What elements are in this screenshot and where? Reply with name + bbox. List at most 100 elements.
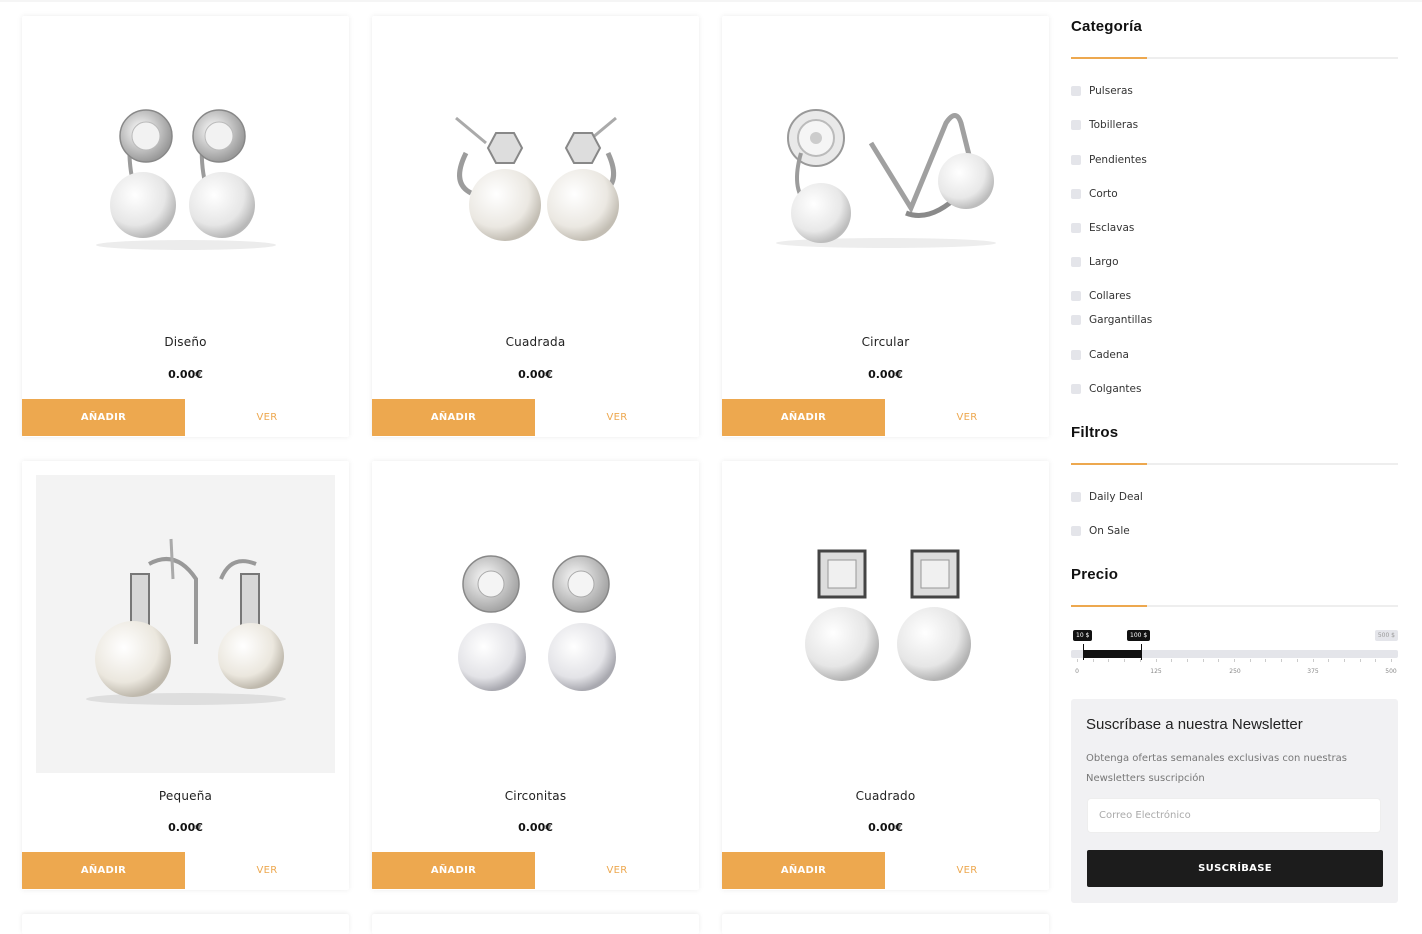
product-card: Diseño 0.00€ AÑADIR VER xyxy=(22,16,349,437)
slider-tick xyxy=(1139,659,1141,662)
filter-option-label: Daily Deal xyxy=(1089,491,1143,503)
filters-heading: Filtros xyxy=(1071,424,1119,441)
category-option-label: Cadena xyxy=(1089,349,1129,361)
checkbox[interactable] xyxy=(1071,257,1081,267)
checkbox[interactable] xyxy=(1071,223,1081,233)
price-divider xyxy=(1071,605,1398,607)
view-product-button[interactable]: VER xyxy=(535,399,699,436)
checkbox[interactable] xyxy=(1071,189,1081,199)
filter-option-daily-deal[interactable]: Daily Deal xyxy=(1071,490,1143,504)
view-product-button[interactable]: VER xyxy=(185,399,349,436)
slider-tick xyxy=(1186,659,1188,662)
category-option-label: Esclavas xyxy=(1089,222,1135,234)
checkbox[interactable] xyxy=(1071,291,1081,301)
slider-tick-label: 250 xyxy=(1229,668,1241,675)
category-option-cadena[interactable]: Cadena xyxy=(1071,348,1129,362)
slider-tick xyxy=(1391,659,1392,662)
add-to-cart-button[interactable]: AÑADIR xyxy=(22,852,185,889)
slider-tick xyxy=(1108,659,1110,662)
view-product-button[interactable]: VER xyxy=(885,852,1049,889)
category-option-colgantes[interactable]: Colgantes xyxy=(1071,382,1141,396)
newsletter-subscribe-button[interactable]: SUSCRÍBASE xyxy=(1087,850,1383,887)
product-name[interactable]: Diseño xyxy=(22,335,349,349)
view-product-button[interactable]: VER xyxy=(885,399,1049,436)
slider-tick xyxy=(1218,659,1220,662)
add-to-cart-button[interactable]: AÑADIR xyxy=(22,399,185,436)
product-image[interactable] xyxy=(386,30,685,325)
slider-tick-label: 125 xyxy=(1150,668,1162,675)
category-option-collares[interactable]: Collares xyxy=(1071,289,1131,303)
slider-tick xyxy=(1296,659,1298,662)
category-option-label: Gargantillas xyxy=(1089,314,1153,326)
category-option-label: Collares xyxy=(1089,290,1132,302)
slider-max-handle[interactable] xyxy=(1141,644,1142,660)
add-to-cart-button[interactable]: AÑADIR xyxy=(372,852,535,889)
add-to-cart-button[interactable]: AÑADIR xyxy=(722,852,885,889)
product-card: Cuadrado 0.00€ AÑADIR VER xyxy=(722,461,1049,890)
newsletter-description: Obtenga ofertas semanales exclusivas con… xyxy=(1086,753,1347,784)
pearl-earrings-bar-icon xyxy=(85,538,286,705)
category-option-largo[interactable]: Largo xyxy=(1071,255,1119,269)
checkbox[interactable] xyxy=(1071,155,1081,165)
checkbox[interactable] xyxy=(1071,315,1081,325)
slider-tick xyxy=(1265,659,1267,662)
category-option-corto[interactable]: Corto xyxy=(1071,187,1118,201)
product-price: 0.00€ xyxy=(168,368,203,381)
slider-tick xyxy=(1375,659,1377,662)
pearl-earrings-disc-icon xyxy=(95,108,276,250)
category-option-label: Corto xyxy=(1089,188,1118,200)
pearl-earrings-halo-round-icon xyxy=(457,555,616,691)
product-price: 0.00€ xyxy=(168,821,203,834)
category-option-gargantillas[interactable]: Gargantillas xyxy=(1071,313,1152,327)
checkbox[interactable] xyxy=(1071,86,1081,96)
product-name[interactable]: Circular xyxy=(722,335,1049,349)
view-product-button[interactable]: VER xyxy=(535,852,699,889)
product-card-partial xyxy=(22,914,349,934)
checkbox[interactable] xyxy=(1071,384,1081,394)
category-option-esclavas[interactable]: Esclavas xyxy=(1071,221,1134,235)
product-image[interactable] xyxy=(736,475,1035,773)
slider-tick xyxy=(1077,659,1078,662)
slider-tick-label: 0 xyxy=(1075,668,1079,675)
slider-tick xyxy=(1155,659,1157,662)
category-option-tobilleras[interactable]: Tobilleras xyxy=(1071,118,1138,132)
newsletter-box: Suscríbase a nuestra Newsletter Obtenga … xyxy=(1071,699,1398,903)
product-name[interactable]: Cuadrada xyxy=(372,335,699,349)
product-card: Cuadrada 0.00€ AÑADIR VER xyxy=(372,16,699,437)
pearl-earrings-square-icon xyxy=(804,549,971,681)
product-image[interactable] xyxy=(36,475,335,773)
category-option-pendientes[interactable]: Pendientes xyxy=(1071,153,1147,167)
checkbox[interactable] xyxy=(1071,526,1081,536)
newsletter-email-input[interactable] xyxy=(1087,798,1381,833)
product-card-partial xyxy=(372,914,699,934)
product-image[interactable] xyxy=(386,475,685,773)
add-to-cart-button[interactable]: AÑADIR xyxy=(372,399,535,436)
product-name[interactable]: Pequeña xyxy=(22,789,349,803)
product-card-partial xyxy=(722,914,1049,934)
add-to-cart-button[interactable]: AÑADIR xyxy=(722,399,885,436)
slider-min-handle[interactable] xyxy=(1083,644,1084,660)
slider-tick-label: 375 xyxy=(1307,668,1319,675)
price-heading: Precio xyxy=(1071,566,1119,583)
product-name[interactable]: Circonitas xyxy=(372,789,699,803)
slider-tick xyxy=(1092,659,1094,662)
checkbox[interactable] xyxy=(1071,350,1081,360)
slider-tick-label: 500 xyxy=(1385,668,1397,675)
category-divider xyxy=(1071,57,1398,59)
checkbox[interactable] xyxy=(1071,492,1081,502)
newsletter-title: Suscríbase a nuestra Newsletter xyxy=(1086,716,1303,733)
slider-tick xyxy=(1249,659,1251,662)
category-option-label: Pendientes xyxy=(1089,154,1147,166)
product-name[interactable]: Cuadrado xyxy=(722,789,1049,803)
slider-tick xyxy=(1343,659,1345,662)
product-image[interactable] xyxy=(736,30,1035,325)
checkbox[interactable] xyxy=(1071,120,1081,130)
product-grid: Diseño 0.00€ AÑADIR VER Cuadrada 0.00€ A… xyxy=(22,16,1049,934)
filter-option-on-sale[interactable]: On Sale xyxy=(1071,524,1130,538)
product-image[interactable] xyxy=(36,30,335,325)
view-product-button[interactable]: VER xyxy=(185,852,349,889)
filter-option-label: On Sale xyxy=(1089,525,1130,537)
price-range-slider[interactable]: 10 $ 100 $ 500 $ 0 125 250 375 500 xyxy=(1071,628,1398,680)
category-option-pulseras[interactable]: Pulseras xyxy=(1071,84,1133,98)
slider-max-label: 100 $ xyxy=(1127,630,1151,641)
